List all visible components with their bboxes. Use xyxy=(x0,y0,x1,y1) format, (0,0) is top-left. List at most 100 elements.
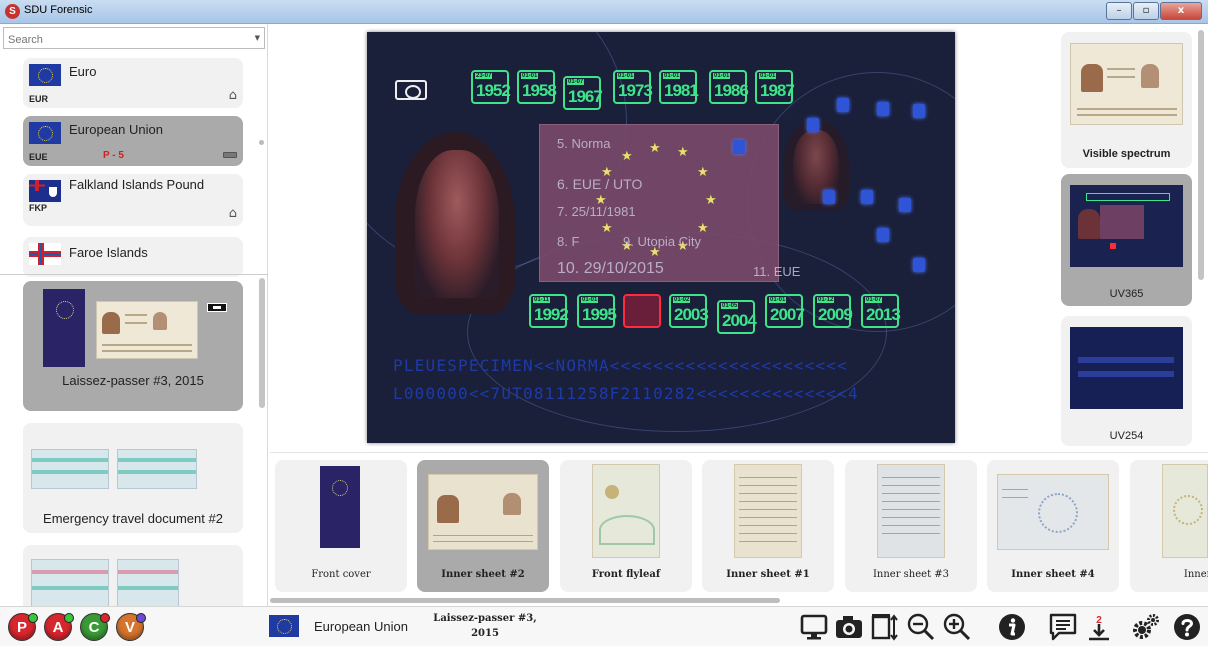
maximize-button[interactable]: ▫ xyxy=(1133,2,1159,20)
page-label: Front flyleaf xyxy=(591,569,661,580)
spectrum-panel: Visible spectrum UV365 UV254 xyxy=(1058,24,1208,452)
app-icon: S xyxy=(5,4,20,19)
visa-stamp: 01-07 2013 xyxy=(861,294,901,328)
page-label: Inner sheet #4 xyxy=(1011,569,1095,580)
sheet-thumbnail xyxy=(117,559,179,606)
currency-name: Euro xyxy=(69,64,97,79)
field-sex: F xyxy=(571,234,580,249)
settings-icon[interactable] xyxy=(1131,612,1161,642)
currency-code: EUR xyxy=(29,94,49,104)
currency-item-eue[interactable]: European Union EUE P - 5 xyxy=(23,116,243,166)
document-card[interactable]: Laissez-passer #3, 2015 xyxy=(23,281,243,411)
page-card-inner-sheet-1[interactable]: Inner sheet #1 xyxy=(702,460,834,592)
zoom-out-icon[interactable] xyxy=(906,612,936,642)
title-bar: S SDU Forensic – ▫ x xyxy=(0,0,1208,24)
page-card-inner-sheet-2[interactable]: Inner sheet #2 xyxy=(417,460,549,592)
currency-name: European Union xyxy=(69,122,163,137)
sheet-thumbnail xyxy=(96,301,198,359)
visa-stamp: 01-01 1987 xyxy=(755,70,795,104)
currency-item-faroe[interactable]: Faroe Islands xyxy=(23,237,243,277)
page-card-inner-sheet-partial[interactable]: Inner shee xyxy=(1130,460,1208,592)
zoom-in-icon[interactable] xyxy=(942,612,972,642)
search-box[interactable]: ▼ xyxy=(3,27,265,50)
currency-item-fkp[interactable]: Falkland Islands Pound FKP ⌂ xyxy=(23,174,243,226)
page-strip: Front cover Inner sheet #2 Front flyleaf… xyxy=(270,452,1208,606)
flagged-stamp xyxy=(623,294,661,328)
currency-name: Falkland Islands Pound xyxy=(69,177,205,192)
spectrum-thumbnail xyxy=(1070,327,1183,409)
window-title: SDU Forensic xyxy=(24,4,93,16)
comment-icon[interactable] xyxy=(1048,612,1078,642)
mode-button-c[interactable]: C xyxy=(80,613,110,641)
page-card-front-flyleaf[interactable]: Front flyleaf xyxy=(560,460,692,592)
horizontal-scrollbar[interactable] xyxy=(270,598,780,603)
mode-button-v[interactable]: V xyxy=(116,613,146,641)
visa-stamp: 01-01 1995 xyxy=(577,294,617,328)
currency-code: EUE xyxy=(29,152,48,162)
eu-flag-icon xyxy=(29,64,61,86)
currency-code: FKP xyxy=(29,203,47,213)
visa-stamp: 23-07 1952 xyxy=(471,70,511,104)
page-thumbnail xyxy=(592,464,660,558)
spectrum-card-visible[interactable]: Visible spectrum xyxy=(1061,32,1192,168)
page-thumbnail xyxy=(320,466,360,548)
info-icon[interactable] xyxy=(997,612,1027,642)
page-thumbnail xyxy=(1162,464,1208,558)
page-label: Inner sheet #3 xyxy=(872,569,950,580)
fit-icon[interactable] xyxy=(870,612,900,642)
visa-stamp: 01-07 1967 xyxy=(563,76,603,110)
sheet-thumbnail xyxy=(117,449,197,489)
visa-stamp: 01-12 2009 xyxy=(813,294,853,328)
left-panel: ▼ Euro EUR ⌂ European Union EUE P - 5 Fa… xyxy=(0,24,268,606)
page-thumbnail xyxy=(734,464,802,558)
visa-stamp: 01-01 2007 xyxy=(765,294,805,328)
currency-item-eur[interactable]: Euro EUR ⌂ xyxy=(23,58,243,108)
spectrum-label: UV254 xyxy=(1109,430,1144,442)
visa-stamp: 01-02 2003 xyxy=(669,294,709,328)
field-surname: Norma xyxy=(571,136,611,151)
document-card[interactable]: Emergency travel document #2 xyxy=(23,423,243,533)
field-nationality: EUE / UTO xyxy=(572,176,643,192)
spectrum-label: UV365 xyxy=(1109,288,1144,300)
currency-list: Euro EUR ⌂ European Union EUE P - 5 Falk… xyxy=(0,54,268,294)
page-card-inner-sheet-4[interactable]: Inner sheet #4 xyxy=(987,460,1119,592)
camera-icon[interactable] xyxy=(834,612,864,642)
page-card-inner-sheet-3[interactable]: Inner sheet #3 xyxy=(845,460,977,592)
left-scrollbar[interactable] xyxy=(259,278,265,408)
document-card[interactable] xyxy=(23,545,243,606)
mode-button-p[interactable]: P xyxy=(8,613,38,641)
search-input[interactable] xyxy=(4,30,264,50)
chevron-down-icon[interactable]: ▼ xyxy=(255,34,260,42)
document-viewer: ★ ★ ★ ★ ★ ★ ★ ★ ★ ★ ★ ★ 5. Norma 6. EUE … xyxy=(270,24,1058,452)
faroe-flag-icon xyxy=(29,243,61,265)
card-icon xyxy=(223,152,237,158)
visa-stamp: 01-11 1992 xyxy=(529,294,569,328)
close-button[interactable]: x xyxy=(1160,2,1202,20)
mrz-line-1: PLEUESPECIMEN<<NORMA<<<<<<<<<<<<<<<<<<<<… xyxy=(393,356,848,375)
mrz-line-2: L000000<<7UT08111258F2110282<<<<<<<<<<<<… xyxy=(393,384,859,403)
spectrum-thumbnail xyxy=(1070,43,1183,125)
page-label: Front cover xyxy=(311,569,371,580)
document-image[interactable]: ★ ★ ★ ★ ★ ★ ★ ★ ★ ★ ★ ★ 5. Norma 6. EUE … xyxy=(367,32,955,443)
monitor-icon[interactable] xyxy=(799,612,829,642)
chip-icon xyxy=(207,303,227,312)
page-label: Inner shee xyxy=(1183,569,1208,580)
minimize-button[interactable]: – xyxy=(1106,2,1132,20)
mode-button-a[interactable]: A xyxy=(44,613,74,641)
right-scrollbar[interactable] xyxy=(1198,30,1204,280)
spectrum-card-uv254[interactable]: UV254 xyxy=(1061,316,1192,446)
spectrum-card-uv365[interactable]: UV365 xyxy=(1061,174,1192,306)
visa-stamp: 01-01 1986 xyxy=(709,70,749,104)
page-thumbnail xyxy=(997,474,1109,550)
eu-flag-icon xyxy=(269,615,299,637)
page-card-front-cover[interactable]: Front cover xyxy=(275,460,407,592)
help-icon[interactable] xyxy=(1172,612,1202,642)
sheet-thumbnail xyxy=(31,559,109,606)
download-icon[interactable]: 2 xyxy=(1084,612,1114,642)
page-label: Inner sheet #1 xyxy=(726,569,810,580)
selected-country: European Union xyxy=(314,619,408,634)
field-birth-date: 25/11/1981 xyxy=(571,204,636,219)
page-thumbnail xyxy=(428,474,538,550)
currency-count: P - 5 xyxy=(103,150,124,161)
page-thumbnail xyxy=(877,464,945,558)
